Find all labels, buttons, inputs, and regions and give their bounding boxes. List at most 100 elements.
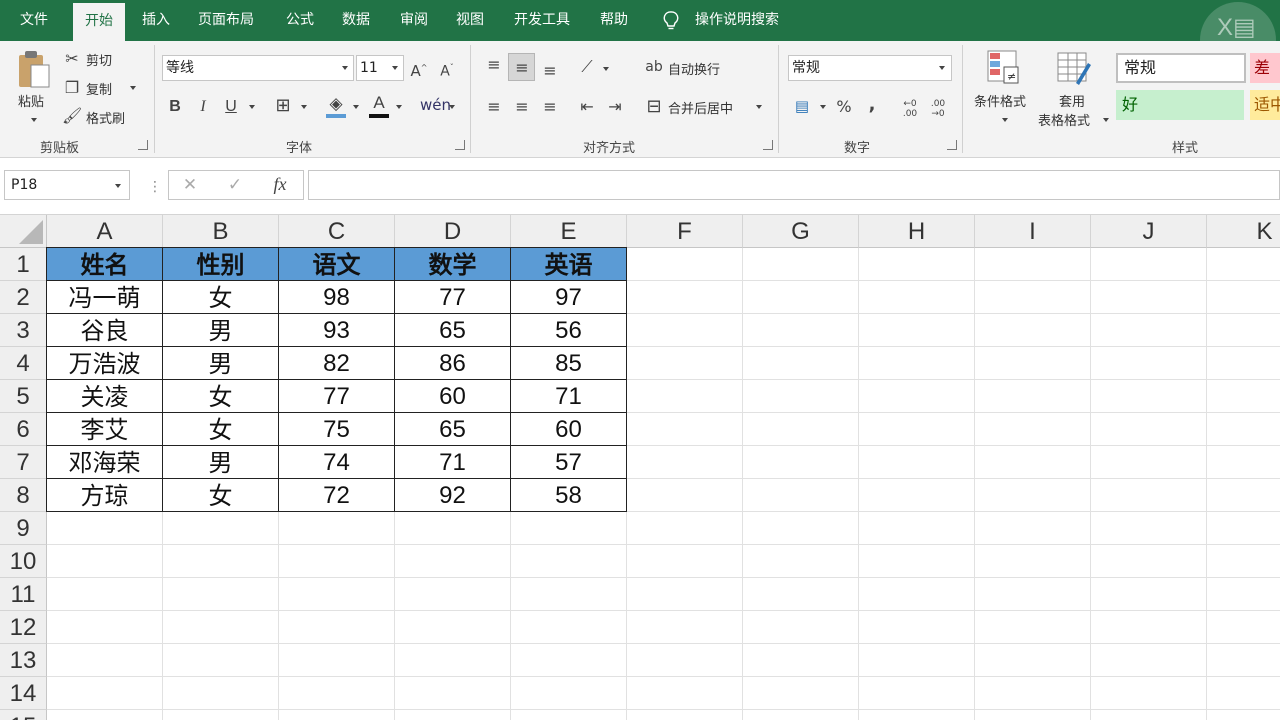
format-as-table-dropdown-icon[interactable] [1103,118,1109,122]
worksheet-grid[interactable]: ABCDEFGHIJK123456789101112131415姓名性别语文数学… [0,215,1280,720]
copy-button[interactable]: 复制 [86,79,112,98]
table-cell[interactable]: 98 [279,281,395,314]
tell-me-search[interactable]: 操作说明搜索 [695,0,779,41]
align-center-icon[interactable]: ≡ [512,97,532,117]
orientation-icon[interactable]: ⟋ [576,57,598,77]
row-header-5[interactable]: 5 [0,380,47,413]
conditional-format-dropdown-icon[interactable] [1002,118,1008,122]
row-header-4[interactable]: 4 [0,347,47,380]
cell-style-normal[interactable]: 常规 [1116,53,1246,83]
column-header-d[interactable]: D [395,215,511,248]
table-cell[interactable]: 男 [163,314,279,347]
italic-button[interactable]: I [194,97,212,117]
table-cell[interactable]: 85 [511,347,627,380]
row-header-11[interactable]: 11 [0,578,47,611]
font-size-dropdown-icon[interactable] [392,66,398,70]
row-header-7[interactable]: 7 [0,446,47,479]
row-header-15[interactable]: 15 [0,710,47,720]
row-header-10[interactable]: 10 [0,545,47,578]
format-as-table-line2[interactable]: 表格格式 [1038,110,1090,129]
format-as-table-icon[interactable] [1056,49,1092,89]
tab-page-layout[interactable]: 页面布局 [198,0,254,41]
paste-icon[interactable] [16,49,52,91]
confirm-entry-icon[interactable]: ✓ [225,175,245,195]
table-cell[interactable]: 75 [279,413,395,446]
table-cell[interactable]: 77 [279,380,395,413]
table-cell[interactable]: 92 [395,479,511,512]
font-color-dropdown-icon[interactable] [396,105,402,109]
table-cell[interactable]: 72 [279,479,395,512]
clipboard-launcher-icon[interactable] [138,140,148,150]
column-header-h[interactable]: H [859,215,975,248]
column-header-b[interactable]: B [163,215,279,248]
table-cell[interactable]: 74 [279,446,395,479]
table-cell[interactable]: 关凌 [46,380,163,413]
table-cell[interactable]: 女 [163,413,279,446]
table-cell[interactable]: 女 [163,380,279,413]
borders-icon[interactable]: ⊞ [273,96,293,116]
align-middle-icon[interactable]: ≡ [512,58,532,78]
column-header-a[interactable]: A [47,215,163,248]
conditional-format-icon[interactable]: ≠ [986,49,1022,89]
orientation-dropdown-icon[interactable] [603,67,609,71]
accounting-dropdown-icon[interactable] [820,105,826,109]
table-cell[interactable]: 方琼 [46,479,163,512]
accounting-format-icon[interactable]: ▤ [790,96,814,116]
align-bottom-icon[interactable]: ≡ [540,61,560,81]
decrease-indent-icon[interactable]: ⇤ [576,97,598,117]
fill-color-dropdown-icon[interactable] [353,105,359,109]
cancel-entry-icon[interactable]: ✕ [180,175,200,195]
cell-style-neutral[interactable]: 适中 [1250,90,1280,120]
column-header-j[interactable]: J [1091,215,1207,248]
conditional-format-button[interactable]: 条件格式 [974,91,1026,110]
fill-color-icon[interactable]: ◈ [325,94,347,114]
align-top-icon[interactable]: ≡ [484,55,504,75]
table-cell[interactable]: 女 [163,479,279,512]
table-cell[interactable]: 82 [279,347,395,380]
paste-dropdown-icon[interactable] [31,118,37,122]
font-name-combobox[interactable]: 等线 [162,55,354,81]
table-cell[interactable]: 56 [511,314,627,347]
table-cell[interactable]: 60 [395,380,511,413]
tab-review[interactable]: 审阅 [400,0,428,41]
number-format-combobox[interactable]: 常规 [788,55,952,81]
row-header-13[interactable]: 13 [0,644,47,677]
cell-style-bad[interactable]: 差 [1250,53,1280,83]
table-header-cell[interactable]: 姓名 [46,247,163,281]
bold-button[interactable]: B [166,97,184,117]
name-box-dropdown-icon[interactable] [115,184,121,188]
column-header-i[interactable]: I [975,215,1091,248]
row-header-3[interactable]: 3 [0,314,47,347]
table-cell[interactable]: 65 [395,413,511,446]
column-header-k[interactable]: K [1207,215,1280,248]
phonetic-dropdown-icon[interactable] [449,105,455,109]
copy-dropdown-icon[interactable] [130,86,136,90]
select-all-corner[interactable] [0,215,47,248]
row-header-1[interactable]: 1 [0,248,47,281]
tab-insert[interactable]: 插入 [142,0,170,41]
tab-developer[interactable]: 开发工具 [514,0,570,41]
table-cell[interactable]: 58 [511,479,627,512]
tab-view[interactable]: 视图 [456,0,484,41]
table-header-cell[interactable]: 语文 [279,247,395,281]
table-cell[interactable]: 谷良 [46,314,163,347]
align-right-icon[interactable]: ≡ [540,97,560,117]
merge-center-button[interactable]: 合并后居中 [668,98,733,117]
merge-center-dropdown-icon[interactable] [756,105,762,109]
increase-decimal-icon[interactable]: ←0.00 [898,99,922,119]
table-cell[interactable]: 万浩波 [46,347,163,380]
table-cell[interactable]: 93 [279,314,395,347]
formula-input[interactable] [308,170,1280,200]
comma-style-button[interactable]: , [862,95,882,115]
column-header-e[interactable]: E [511,215,627,248]
column-header-c[interactable]: C [279,215,395,248]
font-color-icon[interactable]: A [369,93,389,113]
table-cell[interactable]: 71 [395,446,511,479]
tab-formulas[interactable]: 公式 [286,0,314,41]
decrease-decimal-icon[interactable]: .00 →0 [926,99,950,119]
table-cell[interactable]: 男 [163,446,279,479]
row-header-12[interactable]: 12 [0,611,47,644]
increase-indent-icon[interactable]: ⇥ [604,97,626,117]
tab-file[interactable]: 文件 [20,0,48,41]
phonetic-icon[interactable]: wén [420,95,451,115]
